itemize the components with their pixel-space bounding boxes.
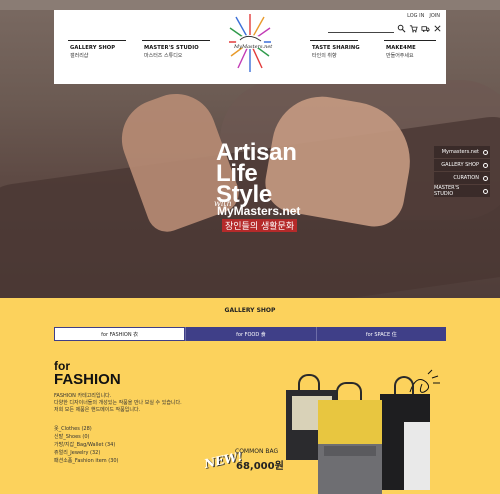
nav-masters-studio[interactable]: MASTER'S STUDIO 마스터즈 스튜디오 xyxy=(144,44,199,60)
login-link[interactable]: LOG IN xyxy=(407,13,424,19)
tab-space[interactable]: for SPACE 住 xyxy=(315,327,446,341)
side-link-home[interactable]: Mymasters.net xyxy=(434,146,490,158)
tools-icon[interactable] xyxy=(433,24,442,33)
desc-line: 다양한 디자이너들의 개성있는 작품을 만나 보실 수 있습니다. xyxy=(54,400,182,406)
nav-divider xyxy=(384,40,436,41)
site-header: LOG IN JOIN MyMasters.net GALLERY SHOP 갤… xyxy=(54,10,446,84)
nav-taste-sharing[interactable]: TASTE SHARING 타인의 취향 xyxy=(312,44,360,60)
site-logo[interactable] xyxy=(228,12,272,74)
nav-sublabel: 타인의 취향 xyxy=(312,53,337,59)
hero-top-band xyxy=(0,0,500,10)
side-link-curation[interactable]: CURATION xyxy=(434,172,490,184)
bag-black xyxy=(380,394,430,490)
logo-text: MyMasters.net xyxy=(234,44,273,50)
nav-label: MASTER'S STUDIO xyxy=(144,45,199,51)
category-link-jewelry[interactable]: 쥬얼리_Jewelry (32) xyxy=(54,449,119,457)
hero-site-name: MyMasters.net xyxy=(217,204,301,218)
nav-divider xyxy=(68,40,126,41)
join-link[interactable]: JOIN xyxy=(429,13,440,19)
circle-icon xyxy=(483,162,488,168)
hero-tagline: 장인들의 생활문화 xyxy=(222,219,298,232)
category-tabs: for FASHION 衣 for FOOD 食 for SPACE 住 xyxy=(54,327,446,341)
product-image[interactable] xyxy=(276,370,446,494)
nav-sublabel: 마스터즈 스튜디오 xyxy=(144,53,183,59)
bag-grey xyxy=(318,400,382,494)
desc-line: FASHION 카테고리입니다. xyxy=(54,393,112,399)
category-list: 옷_Clothes (28) 신발_Shoes (0) 가방/지갑_Bag/Wa… xyxy=(54,425,119,465)
category-link-bag[interactable]: 가방/지갑_Bag/Wallet (34) xyxy=(54,441,119,449)
nav-make4me[interactable]: MAKE4ME 만들어주세요 xyxy=(386,44,416,60)
bag-handle xyxy=(394,376,414,396)
tab-fashion[interactable]: for FASHION 衣 xyxy=(54,327,186,341)
desc-line: 저희 모든 제품은 핸드메이드 작품입니다. xyxy=(54,407,141,413)
nav-gallery-shop[interactable]: GALLERY SHOP 갤러리샵 xyxy=(70,44,115,60)
search-icon[interactable] xyxy=(397,24,406,33)
search-input[interactable] xyxy=(328,25,394,32)
category-link-shoes[interactable]: 신발_Shoes (0) xyxy=(54,433,119,441)
category-link-clothes[interactable]: 옷_Clothes (28) xyxy=(54,425,119,433)
product-price: 68,000원 xyxy=(236,461,284,472)
side-link-label: CURATION xyxy=(453,175,479,181)
hero-title: Artisan Life Style xyxy=(216,141,297,207)
tab-food[interactable]: for FOOD 食 xyxy=(185,327,316,341)
side-link-gallery[interactable]: GALLERY SHOP xyxy=(434,159,490,171)
util-links: LOG IN JOIN xyxy=(407,13,440,19)
nav-divider xyxy=(142,40,210,41)
truck-icon[interactable] xyxy=(421,24,430,33)
gallery-shop-section: GALLERY SHOP for FASHION 衣 for FOOD 食 fo… xyxy=(0,298,500,494)
category-description: FASHION 카테고리입니다. 다양한 디자이너들의 개성있는 작품을 만나 … xyxy=(54,393,244,414)
circle-icon xyxy=(483,175,488,181)
nav-label: GALLERY SHOP xyxy=(70,45,116,51)
section-title: GALLERY SHOP xyxy=(224,307,276,314)
circle-icon xyxy=(483,188,488,194)
side-link-label: MASTER'S STUDIO xyxy=(434,185,460,197)
side-link-label: GALLERY SHOP xyxy=(441,162,479,168)
nav-sublabel: 갤러리샵 xyxy=(70,53,89,59)
category-link-fashion-item[interactable]: 패션소품_Fashion item (30) xyxy=(54,457,119,465)
cart-icon[interactable] xyxy=(409,24,418,33)
search-field[interactable] xyxy=(328,25,394,33)
circle-icon xyxy=(483,149,488,155)
side-link-studio[interactable]: MASTER'S STUDIO xyxy=(434,185,490,197)
header-icons xyxy=(397,24,442,33)
nav-label: MAKE4ME xyxy=(386,45,416,51)
product-name[interactable]: COMMON BAG xyxy=(235,448,278,455)
side-link-label: Mymasters.net xyxy=(441,149,479,155)
nav-label: TASTE SHARING xyxy=(312,45,360,51)
category-heading: FASHION xyxy=(54,371,121,388)
nav-divider xyxy=(310,40,358,41)
nav-sublabel: 만들어주세요 xyxy=(386,53,414,59)
hero-side-links: Mymasters.net GALLERY SHOP CURATION MAST… xyxy=(434,146,490,198)
